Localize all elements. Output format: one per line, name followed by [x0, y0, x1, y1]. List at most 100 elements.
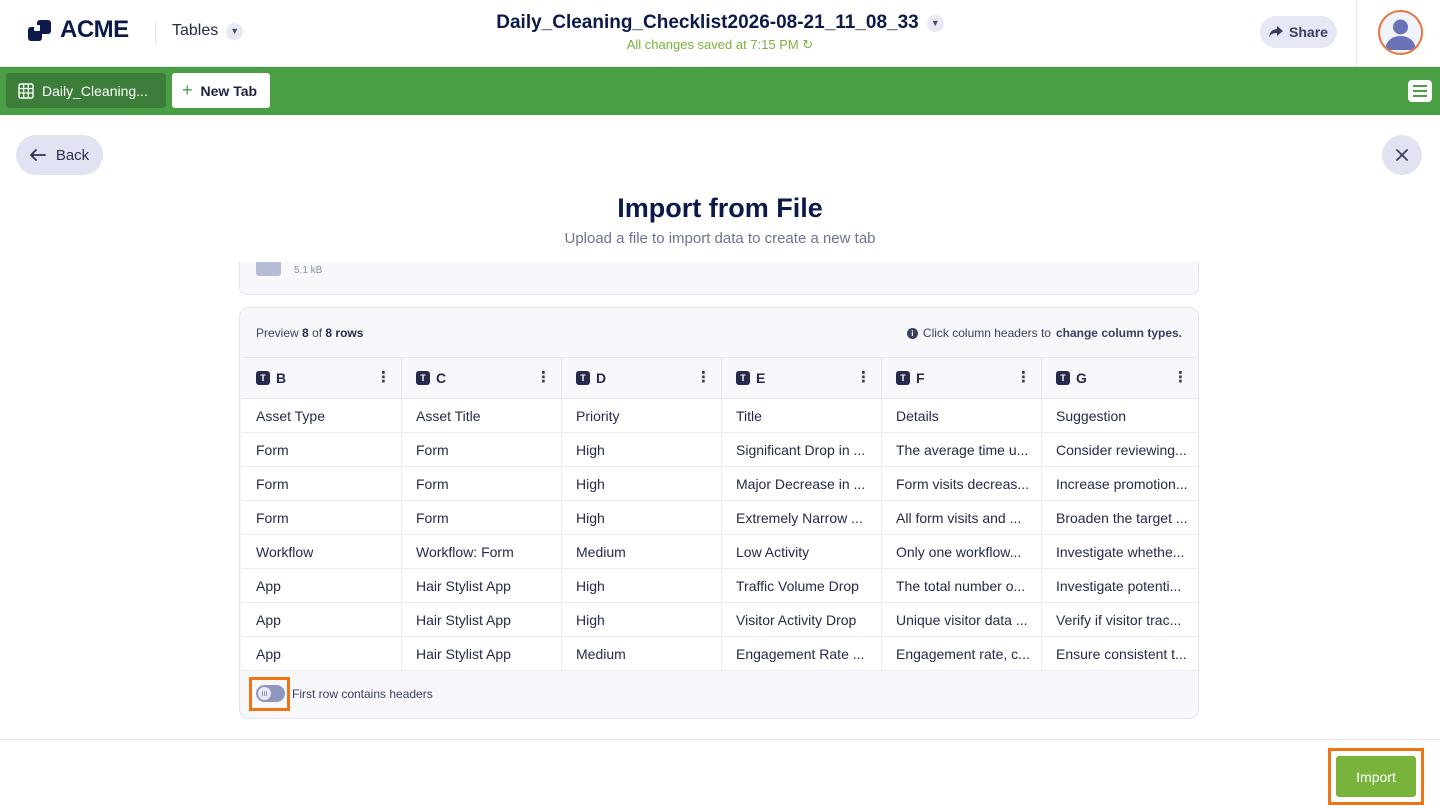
- column-name: G: [1076, 370, 1087, 386]
- text-type-icon: T: [1056, 371, 1070, 385]
- share-button[interactable]: Share: [1260, 16, 1337, 48]
- table-cell: Medium: [562, 535, 722, 568]
- plus-icon: +: [182, 80, 193, 100]
- cell-text: Hair Stylist App: [416, 577, 511, 594]
- table-cell: Consider reviewing...: [1042, 433, 1198, 466]
- save-status-text: All changes saved at 7:15 PM: [626, 37, 799, 52]
- table-cell: Form: [242, 501, 402, 534]
- table-cell: High: [562, 501, 722, 534]
- cell-text: Consider reviewing...: [1056, 441, 1187, 458]
- cell-text: Hair Stylist App: [416, 611, 511, 628]
- dialog-title: Import from File: [617, 193, 823, 223]
- kebab-menu-icon[interactable]: ⋮: [1173, 370, 1188, 385]
- tab-daily-cleaning[interactable]: Daily_Cleaning...: [6, 73, 166, 108]
- cell-text: Visitor Activity Drop: [736, 611, 857, 628]
- cell-text: Form: [416, 441, 449, 458]
- first-row-headers-toggle[interactable]: [256, 685, 285, 702]
- toggle-knob: [258, 687, 271, 700]
- table-cell: Extremely Narrow ...: [722, 501, 882, 534]
- file-icon: [256, 262, 281, 276]
- table-cell: App: [242, 603, 402, 636]
- kebab-menu-icon[interactable]: ⋮: [696, 370, 711, 385]
- cell-text: Low Activity: [736, 543, 810, 560]
- table-cell: Form: [402, 433, 562, 466]
- preview-panel: Preview 8 of 8 rows i Click column heade…: [239, 307, 1199, 719]
- text-type-icon: T: [896, 371, 910, 385]
- table-grid-icon: [18, 82, 34, 99]
- table-cell: Engagement rate, c...: [882, 637, 1042, 670]
- table-cell: Details: [882, 399, 1042, 432]
- table-cell: Increase promotion...: [1042, 467, 1198, 500]
- table-cell: Traffic Volume Drop: [722, 569, 882, 602]
- preview-header: Preview 8 of 8 rows i Click column heade…: [240, 308, 1198, 357]
- new-tab-button[interactable]: + New Tab: [172, 73, 270, 108]
- cell-text: High: [576, 475, 605, 492]
- preview-total-rows: 8 rows: [325, 326, 364, 340]
- column-name: E: [756, 370, 766, 386]
- back-button[interactable]: Back: [16, 135, 103, 175]
- document-title[interactable]: Daily_Cleaning_Checklist2026-08-21_11_08…: [496, 12, 944, 34]
- table-cell: High: [562, 569, 722, 602]
- column-header[interactable]: T D ⋮: [562, 358, 722, 398]
- table-cell: Low Activity: [722, 535, 882, 568]
- cell-text: High: [576, 509, 605, 526]
- table-row: Asset Type Asset Title Priority Title Detail…: [242, 399, 1198, 433]
- table-cell: App: [242, 569, 402, 602]
- column-header[interactable]: T C ⋮: [402, 358, 562, 398]
- hint-bold-text: change column types.: [1055, 326, 1182, 340]
- table-cell: Suggestion: [1042, 399, 1198, 432]
- table-cell: The average time u...: [882, 433, 1042, 466]
- cell-text: High: [576, 577, 605, 594]
- kebab-menu-icon[interactable]: ⋮: [1016, 370, 1031, 385]
- kebab-menu-icon[interactable]: ⋮: [376, 370, 391, 385]
- cell-text: Medium: [576, 645, 626, 662]
- cell-text: Significant Drop in ...: [736, 441, 866, 458]
- cell-text: Ensure consistent t...: [1056, 645, 1187, 662]
- table-cell: Form: [242, 433, 402, 466]
- table-cell: Medium: [562, 637, 722, 670]
- table-cell: Significant Drop in ...: [722, 433, 882, 466]
- cell-text: Verify if visitor trac...: [1056, 611, 1182, 628]
- user-avatar[interactable]: [1378, 10, 1423, 55]
- cell-text: Unique visitor data ...: [896, 611, 1028, 628]
- table-cell: Form visits decreas...: [882, 467, 1042, 500]
- cell-text: Title: [736, 407, 762, 424]
- kebab-menu-icon[interactable]: ⋮: [536, 370, 551, 385]
- cell-text: Engagement rate, c...: [896, 645, 1030, 662]
- table-row: Workflow Workflow: Form Medium Low Activity…: [242, 535, 1198, 569]
- import-button[interactable]: Import: [1336, 756, 1416, 797]
- cell-text: Investigate potenti...: [1056, 577, 1182, 594]
- preview-prefix: Preview: [256, 326, 299, 340]
- cell-text: App: [256, 645, 281, 662]
- table-cell: Workflow: Form: [402, 535, 562, 568]
- table-cell: Hair Stylist App: [402, 637, 562, 670]
- table-cell: All form visits and ...: [882, 501, 1042, 534]
- cell-text: Broaden the target ...: [1056, 509, 1188, 526]
- table-cell: Title: [722, 399, 882, 432]
- table-cell: Investigate whethe...: [1042, 535, 1198, 568]
- table-cell: Engagement Rate ...: [722, 637, 882, 670]
- cell-text: Workflow: [256, 543, 314, 560]
- text-type-icon: T: [576, 371, 590, 385]
- preview-row-count: Preview 8 of 8 rows: [256, 326, 363, 340]
- cell-text: Form visits decreas...: [896, 475, 1030, 492]
- column-name: C: [436, 370, 447, 386]
- column-header[interactable]: T E ⋮: [722, 358, 882, 398]
- table-row: Form Form High Extremely Narrow ... All form…: [242, 501, 1198, 535]
- hamburger-menu-icon[interactable]: [1408, 80, 1432, 102]
- footer-divider: [0, 739, 1440, 740]
- file-size: 5.1 kB: [294, 265, 323, 276]
- table-row: Form Form High Major Decrease in ... Form vi…: [242, 467, 1198, 501]
- column-header[interactable]: T B ⋮: [242, 358, 402, 398]
- kebab-menu-icon[interactable]: ⋮: [856, 370, 871, 385]
- column-header[interactable]: T G ⋮: [1042, 358, 1198, 398]
- info-icon: i: [906, 327, 918, 339]
- arrow-left-icon: [29, 149, 46, 161]
- table-cell: High: [562, 603, 722, 636]
- close-button[interactable]: [1382, 135, 1422, 175]
- cell-text: Form: [416, 475, 449, 492]
- share-arrow-icon: [1269, 26, 1284, 37]
- cell-text: Increase promotion...: [1056, 475, 1188, 492]
- cell-text: The total number o...: [896, 577, 1026, 594]
- column-header[interactable]: T F ⋮: [882, 358, 1042, 398]
